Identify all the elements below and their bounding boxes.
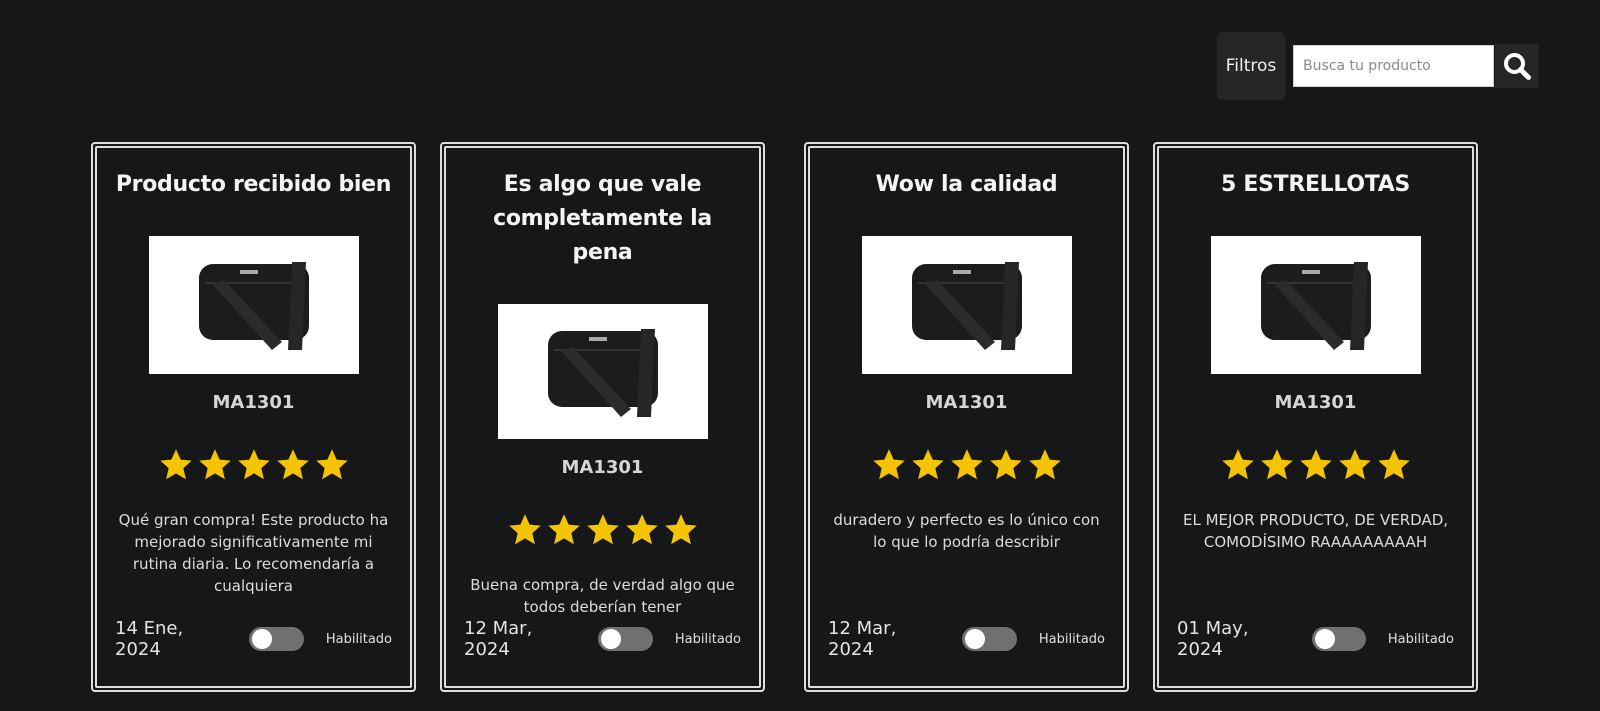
- star-rating: [871, 447, 1063, 483]
- search-button[interactable]: [1495, 44, 1539, 88]
- star-icon: [547, 514, 580, 545]
- review-date: 01 May, 2024: [1177, 618, 1249, 660]
- review-title: Producto recibido bien: [115, 172, 392, 197]
- review-date: 14 Ene, 2024: [115, 618, 184, 660]
- star-icon: [315, 449, 348, 480]
- review-footer: 12 Mar, 2024 Habilitado: [464, 618, 741, 660]
- star-icon: [950, 449, 983, 480]
- product-image: [497, 304, 708, 439]
- star-rating: [1220, 447, 1412, 483]
- review-title: Wow la calidad: [875, 172, 1058, 197]
- toggle-label: Habilitado: [325, 631, 392, 647]
- product-image: [861, 236, 1072, 374]
- star-icon: [1338, 449, 1371, 480]
- star-icon: [198, 449, 231, 480]
- review-title: 5 ESTRELLOTAS: [1220, 172, 1411, 197]
- search-input[interactable]: [1293, 45, 1494, 87]
- review-text: Buena compra, de verdad algo que todos d…: [470, 576, 735, 616]
- star-icon: [1377, 449, 1410, 480]
- search-icon: [1504, 53, 1531, 80]
- star-icon: [625, 514, 658, 545]
- review-text: Qué gran compra! Este producto ha mejora…: [118, 511, 389, 595]
- star-icon: [872, 449, 905, 480]
- review-text: EL MEJOR PRODUCTO, DE VERDAD, COMODÍSIMO…: [1182, 511, 1449, 551]
- star-icon: [1260, 449, 1293, 480]
- enabled-toggle[interactable]: [962, 627, 1017, 651]
- review-footer: 01 May, 2024 Habilitado: [1177, 618, 1454, 660]
- star-icon: [989, 449, 1022, 480]
- review-card: Wow la calidad MA1301 duradero y perfect…: [804, 142, 1129, 692]
- star-icon: [586, 514, 619, 545]
- toggle-knob: [965, 629, 986, 649]
- review-text: duradero y perfecto es lo único con lo q…: [833, 511, 1100, 551]
- product-code: MA1301: [1274, 392, 1357, 413]
- enabled-toggle[interactable]: [598, 627, 653, 651]
- review-card: 5 ESTRELLOTAS MA1301 EL MEJOR PRODUCTO, …: [1153, 142, 1478, 692]
- review-footer: 14 Ene, 2024 Habilitado: [115, 618, 392, 660]
- star-icon: [911, 449, 944, 480]
- filters-button[interactable]: Filtros: [1217, 32, 1285, 100]
- toggle-label: Habilitado: [674, 631, 741, 647]
- toggle-label: Habilitado: [1387, 631, 1454, 647]
- review-title: Es algo que vale completamente la pena: [493, 172, 712, 265]
- star-icon: [237, 449, 270, 480]
- toolbar: Filtros: [1217, 32, 1539, 100]
- star-icon: [664, 514, 697, 545]
- star-rating: [507, 512, 699, 548]
- product-code: MA1301: [561, 457, 644, 478]
- review-card: Es algo que vale completamente la pena M…: [440, 142, 765, 692]
- product-code: MA1301: [212, 392, 295, 413]
- toggle-knob: [252, 629, 273, 649]
- star-rating: [158, 447, 350, 483]
- star-icon: [276, 449, 309, 480]
- toggle-knob: [601, 629, 622, 649]
- review-date: 12 Mar, 2024: [828, 618, 897, 660]
- product-code: MA1301: [925, 392, 1008, 413]
- product-image: [148, 236, 359, 374]
- review-footer: 12 Mar, 2024 Habilitado: [828, 618, 1105, 660]
- review-card: Producto recibido bien MA1301 Qué gran c…: [91, 142, 416, 692]
- star-icon: [1221, 449, 1254, 480]
- star-icon: [1299, 449, 1332, 480]
- toggle-label: Habilitado: [1038, 631, 1105, 647]
- enabled-toggle[interactable]: [249, 627, 304, 651]
- star-icon: [1028, 449, 1061, 480]
- toggle-knob: [1315, 629, 1336, 649]
- product-image: [1210, 236, 1421, 374]
- star-icon: [508, 514, 541, 545]
- enabled-toggle[interactable]: [1312, 627, 1366, 651]
- star-icon: [159, 449, 192, 480]
- review-date: 12 Mar, 2024: [464, 618, 533, 660]
